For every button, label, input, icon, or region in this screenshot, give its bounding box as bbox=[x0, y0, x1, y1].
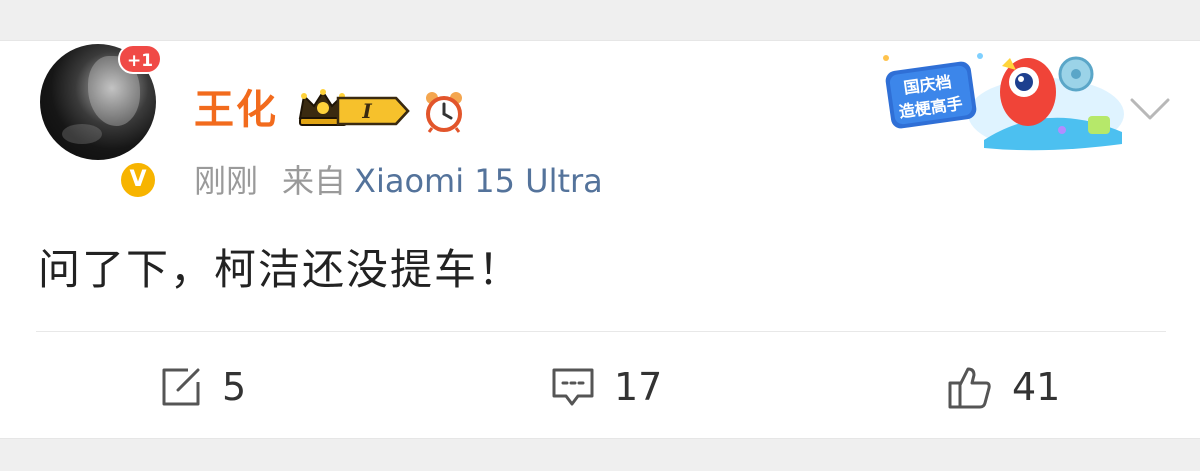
event-sticker[interactable]: 国庆档 造梗高手 bbox=[876, 44, 1126, 156]
like-count: 41 bbox=[1012, 365, 1061, 409]
alarm-clock-icon bbox=[426, 92, 462, 133]
post-time: 刚刚 bbox=[194, 162, 259, 200]
post-meta: 刚刚 来自 Xiaomi 15 Ultra bbox=[194, 160, 603, 202]
top-separator bbox=[0, 0, 1200, 40]
like-button[interactable]: 41 bbox=[946, 362, 1060, 412]
divider bbox=[36, 331, 1166, 332]
repost-button[interactable]: 5 bbox=[158, 362, 246, 412]
username[interactable]: 王化 bbox=[194, 86, 278, 134]
level-badge: I bbox=[336, 96, 410, 126]
svg-text:I: I bbox=[361, 99, 372, 123]
repost-count: 5 bbox=[222, 365, 247, 409]
comment-button[interactable]: 17 bbox=[550, 362, 662, 412]
chevron-down-icon[interactable] bbox=[1128, 94, 1172, 124]
source-prefix: 来自 bbox=[282, 162, 347, 200]
notification-badge: +1 bbox=[118, 44, 162, 74]
comment-bubble-icon bbox=[552, 368, 594, 406]
comment-count: 17 bbox=[614, 365, 663, 409]
source-device-link[interactable]: Xiaomi 15 Ultra bbox=[354, 162, 603, 200]
verified-badge: V bbox=[118, 160, 158, 200]
thumbs-up-icon bbox=[948, 367, 991, 409]
post-text: 问了下，柯洁还没提车！ bbox=[38, 245, 523, 294]
bottom-separator bbox=[0, 439, 1200, 471]
share-edit-icon bbox=[162, 368, 200, 406]
